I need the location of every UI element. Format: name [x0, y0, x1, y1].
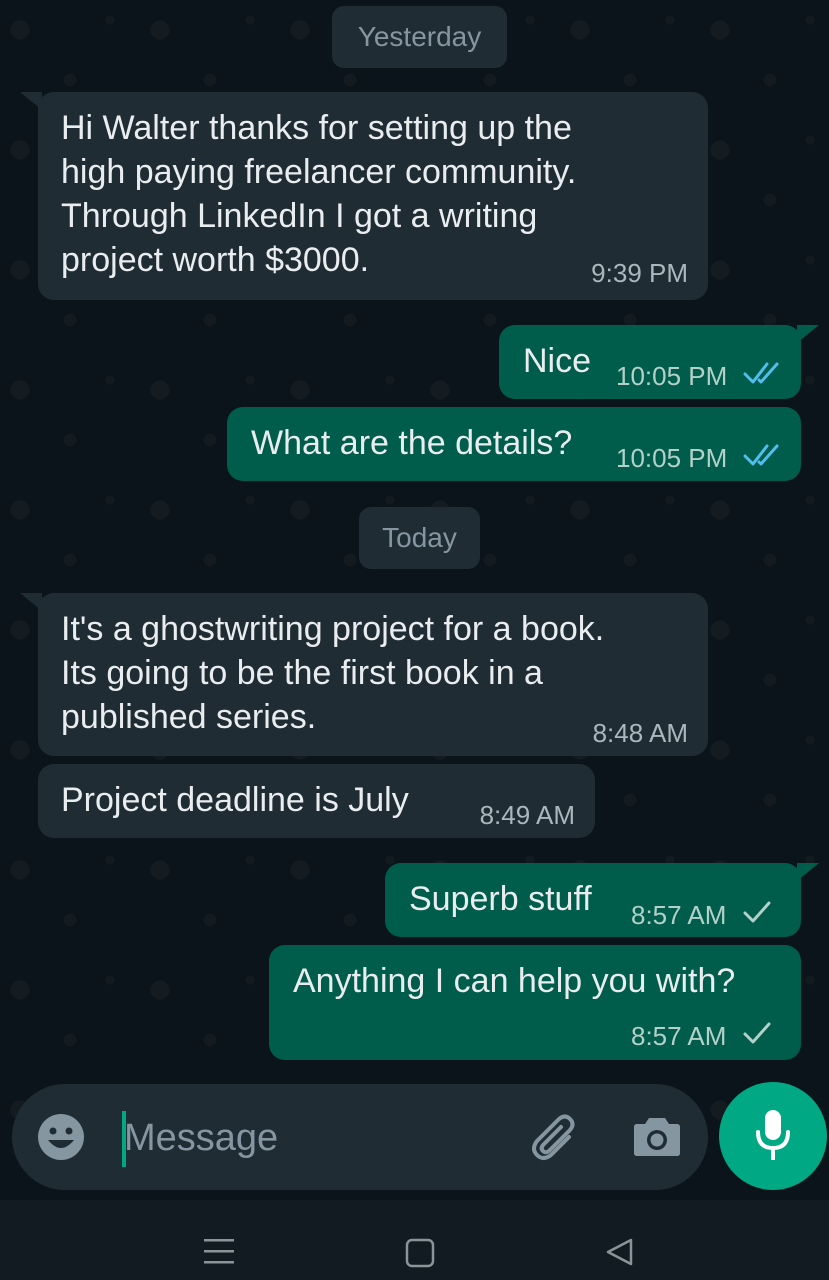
message-text: Nice: [523, 342, 592, 380]
message-time: 8:48 AM: [592, 718, 688, 748]
system-navigation-bar: [0, 1200, 829, 1280]
date-chip-yesterday: Yesterday: [332, 6, 507, 68]
message-time: 8:57 AM: [631, 1021, 727, 1051]
mic-icon: [756, 1110, 790, 1160]
message-text: Project deadline is July: [61, 781, 409, 819]
message-bubble-outgoing[interactable]: Anything I can help you with? 8:57 AM: [269, 945, 801, 1060]
attach-icon[interactable]: [529, 1113, 583, 1163]
message-input[interactable]: Message: [124, 1117, 278, 1159]
camera-icon[interactable]: [633, 1114, 681, 1158]
message-bubble-outgoing[interactable]: What are the details? 10:05 PM: [227, 407, 801, 481]
home-icon[interactable]: [405, 1238, 435, 1268]
message-time: 9:39 PM: [591, 258, 688, 288]
chat-area[interactable]: Yesterday Hi Walter thanks for setting u…: [0, 0, 829, 1200]
message-time: 10:05 PM: [616, 361, 728, 391]
message-bubble-incoming[interactable]: Project deadline is July 8:49 AM: [38, 764, 595, 838]
double-check-read-icon: [743, 444, 779, 466]
emoji-icon[interactable]: [36, 1112, 86, 1162]
message-bubble-outgoing[interactable]: Nice 10:05 PM: [499, 325, 819, 399]
single-check-sent-icon: [743, 901, 771, 923]
single-check-sent-icon: [743, 1022, 771, 1044]
double-check-read-icon: [743, 362, 779, 384]
menu-icon[interactable]: [203, 1237, 235, 1267]
message-text: Superb stuff: [409, 880, 592, 918]
message-time: 8:49 AM: [479, 800, 575, 830]
message-text: What are the details?: [251, 424, 573, 462]
voice-record-button[interactable]: [719, 1082, 827, 1190]
message-bubble-incoming[interactable]: Hi Walter thanks for setting up the high…: [20, 92, 708, 300]
message-time: 8:57 AM: [631, 900, 727, 930]
message-text: Hi Walter thanks for setting up the high…: [61, 109, 577, 279]
message-composer[interactable]: Message: [12, 1084, 708, 1190]
message-bubble-outgoing[interactable]: Superb stuff 8:57 AM: [385, 863, 819, 937]
message-text: Anything I can help you with?: [293, 962, 736, 1000]
message-text: It's a ghostwriting project for a book. …: [61, 610, 605, 736]
message-time: 10:05 PM: [616, 443, 728, 473]
date-chip-today: Today: [359, 507, 480, 569]
message-bubble-incoming[interactable]: It's a ghostwriting project for a book. …: [20, 593, 708, 756]
back-icon[interactable]: [604, 1237, 634, 1267]
